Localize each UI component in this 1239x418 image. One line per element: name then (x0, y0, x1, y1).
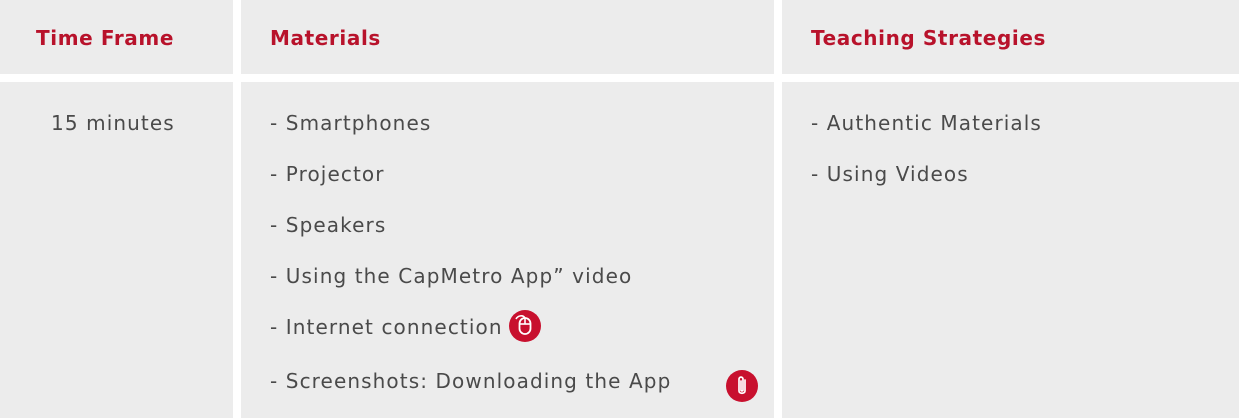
list-item: - Authentic Materials (811, 108, 1239, 138)
row-divider (0, 74, 233, 82)
list-item: - Using the CapMetro App” video (270, 261, 774, 291)
list-item: - Screenshots: Downloading the App (270, 366, 740, 396)
time-frame-cell: 15 minutes (0, 82, 233, 418)
strategy-text: - Authentic Materials (811, 111, 1042, 135)
header-teaching-strategies: Teaching Strategies (811, 26, 1047, 50)
column-divider (233, 82, 241, 418)
list-item: - Smartphones (270, 108, 774, 138)
time-frame-value: 15 minutes (51, 111, 175, 135)
materials-list: - Smartphones - Projector - Speakers - U… (270, 108, 774, 396)
material-text: - Smartphones (270, 111, 432, 135)
materials-cell: - Smartphones - Projector - Speakers - U… (241, 82, 774, 418)
list-item: - Using Videos (811, 159, 1239, 189)
column-divider (774, 0, 782, 74)
material-text: - Screenshots: Downloading the App (270, 368, 672, 393)
column-divider (233, 0, 241, 74)
teaching-strategies-list: - Authentic Materials - Using Videos (811, 108, 1239, 189)
material-text: - Internet connection (270, 315, 503, 339)
row-divider (241, 74, 774, 82)
header-materials: Materials (270, 26, 381, 50)
lesson-plan-table: Time Frame Materials Teaching Strategies… (0, 0, 1239, 418)
header-time-frame: Time Frame (36, 26, 175, 50)
material-text: - Using the CapMetro App” video (270, 264, 633, 288)
list-item: - Speakers (270, 210, 774, 240)
mouse-icon[interactable] (508, 309, 541, 342)
list-item: - Projector (270, 159, 774, 189)
paperclip-icon[interactable] (726, 370, 758, 402)
row-divider (782, 74, 1239, 82)
material-text: - Speakers (270, 213, 387, 237)
teaching-strategies-cell: - Authentic Materials - Using Videos (782, 82, 1239, 418)
material-text: - Projector (270, 162, 385, 186)
row-divider (774, 74, 782, 82)
strategy-text: - Using Videos (811, 162, 969, 186)
row-divider (233, 74, 241, 82)
list-item: - Internet connection (270, 309, 774, 345)
column-divider (774, 82, 782, 418)
